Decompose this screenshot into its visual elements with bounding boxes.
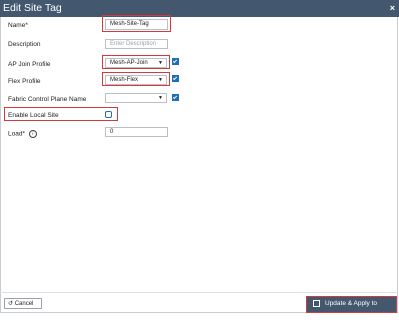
flex-profile-select[interactable]: Mesh-Flex ▼ bbox=[105, 75, 167, 85]
fabric-cp-select[interactable]: ▼ bbox=[105, 93, 167, 103]
ap-join-profile-value: Mesh-AP-Join bbox=[110, 60, 148, 66]
chevron-down-icon: ▼ bbox=[158, 77, 163, 83]
chevron-down-icon: ▼ bbox=[158, 95, 163, 101]
flex-profile-checkbox[interactable] bbox=[172, 75, 179, 82]
update-apply-button[interactable]: Update & Apply to Device bbox=[306, 296, 397, 321]
info-icon[interactable]: i bbox=[28, 130, 37, 138]
ap-join-profile-select[interactable]: Mesh-AP-Join ▼ bbox=[105, 58, 167, 68]
cancel-button[interactable]: ↺ Cancel bbox=[4, 298, 42, 309]
flex-profile-label: Flex Profile bbox=[8, 78, 41, 85]
ap-join-checkbox[interactable] bbox=[172, 58, 179, 65]
footer-divider bbox=[0, 292, 398, 293]
description-input[interactable]: Enter Description bbox=[105, 39, 168, 49]
modal-body bbox=[0, 17, 398, 313]
description-label: Description bbox=[8, 41, 41, 48]
enable-local-site-label: Enable Local Site bbox=[8, 112, 59, 119]
cancel-button-label: Cancel bbox=[14, 301, 34, 307]
name-input[interactable]: Mesh-Site-Tag bbox=[105, 19, 168, 30]
undo-icon: ↺ bbox=[8, 301, 14, 307]
load-input[interactable]: 0 bbox=[105, 127, 168, 137]
load-label-text: Load* bbox=[8, 130, 25, 138]
load-label: Load* i bbox=[8, 130, 37, 138]
ap-join-profile-label: AP Join Profile bbox=[8, 61, 51, 68]
update-apply-button-label: Update & Apply to Device bbox=[325, 300, 378, 321]
chevron-down-icon: ▼ bbox=[158, 60, 163, 66]
fabric-cp-checkbox[interactable] bbox=[172, 94, 179, 101]
name-label: Name* bbox=[8, 22, 28, 29]
fabric-cp-label: Fabric Control Plane Name bbox=[8, 96, 87, 103]
close-icon[interactable]: × bbox=[390, 1, 395, 16]
save-icon bbox=[313, 300, 320, 307]
modal-titlebar: Edit Site Tag × bbox=[0, 0, 399, 17]
modal-title: Edit Site Tag bbox=[3, 2, 62, 14]
enable-local-site-checkbox[interactable] bbox=[105, 111, 112, 118]
flex-profile-value: Mesh-Flex bbox=[110, 77, 139, 83]
